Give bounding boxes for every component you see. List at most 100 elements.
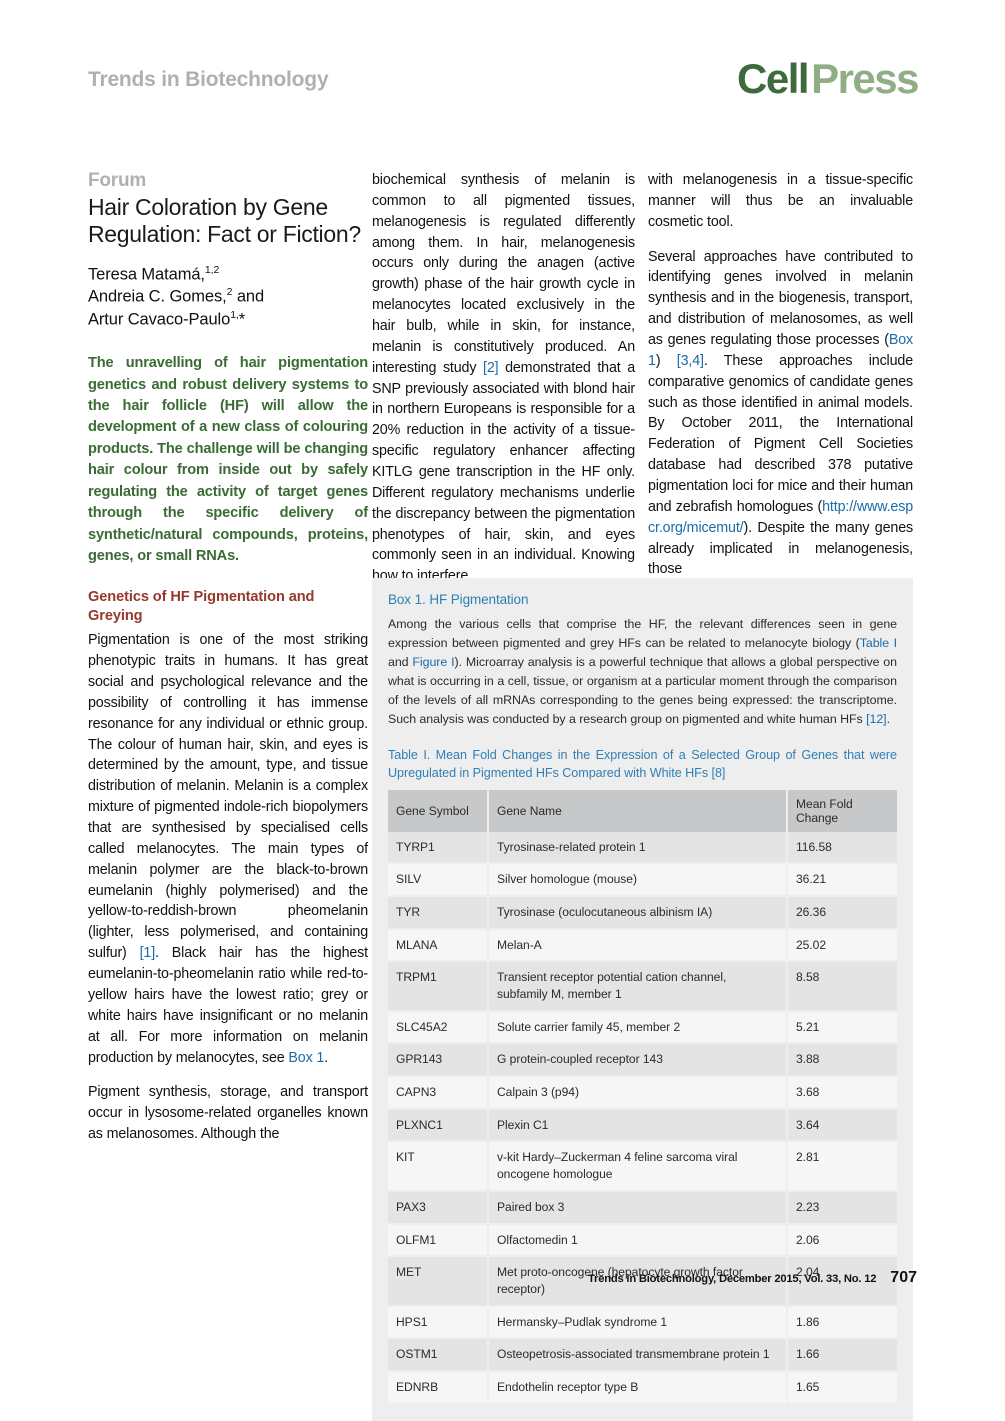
table-cell-value: 26.36 [787,895,897,930]
column-three: with melanogenesis in a tissue-specific … [648,170,913,580]
table-cell-symbol: MET [388,1256,489,1307]
table-cell-symbol: EDNRB [388,1370,489,1405]
table-cell-name: Melan-A [488,928,788,963]
figure-i-link[interactable]: Figure I [412,655,454,669]
table-cell-symbol: PLXNC1 [388,1108,489,1143]
table-row: TYR Tyrosinase (oculocutaneous albinism I… [388,895,897,930]
table-row: PAX3 Paired box 3 2.23 [388,1190,897,1225]
table-cell-name: Olfactomedin 1 [488,1223,788,1258]
column-header-gene-name: Gene Name [488,789,788,832]
table-cell-symbol: PAX3 [388,1190,489,1225]
table-cell-symbol: MLANA [388,928,489,963]
table-cell-symbol: OSTM1 [388,1338,489,1372]
body-text: demonstrated that a SNP previously assoc… [372,359,635,585]
body-paragraph: biochemical synthesis of melanin is comm… [372,170,635,587]
box-1-text: Among the various cells that comprise th… [388,615,897,729]
table-cell-symbol: HPS1 [388,1305,489,1340]
body-paragraph: Several approaches have contributed to i… [648,247,913,581]
table-cell-value: 2.06 [787,1223,897,1258]
table-header-row: Gene Symbol Gene Name Mean Fold Change [388,789,897,832]
table-body: TYRP1 Tyrosinase-related protein 1 116.58 S… [388,831,897,1405]
body-paragraph: Pigment synthesis, storage, and transpor… [88,1084,368,1143]
table-row: GPR143 G protein-coupled receptor 143 3.88 [388,1043,897,1078]
body-text: . Black hair has the highest eumelanin-t… [88,945,368,1066]
table-row: MLANA Melan-A 25.02 [388,928,897,963]
page-title: Hair Coloration by Gene Regulation: Fact… [88,194,361,247]
reference-link-2[interactable]: [2] [483,360,499,376]
table-cell-name: Calpain 3 (p94) [488,1076,788,1110]
table-cell-symbol: TYRP1 [388,831,489,865]
body-text: Several approaches have contributed to i… [648,248,913,349]
box-text-run: and [388,654,413,669]
table-cell-value: 3.68 [787,1076,897,1110]
box-text-run: Among the various cells that comprise th… [388,617,897,650]
article-abstract: The unravelling of hair pigmentation gen… [88,355,368,565]
body-paragraph: Pigmentation is one of the most striking… [88,630,368,1068]
table-cell-value: 116.58 [787,831,897,865]
table-caption: Table I. Mean Fold Changes in the Expres… [388,747,897,780]
table-row: TYRP1 Tyrosinase-related protein 1 116.58 [388,831,897,865]
cellpress-logo: CellPress [737,55,919,102]
box-1-title: Box 1. HF Pigmentation [388,592,529,607]
table-cell-name: Silver homologue (mouse) [488,863,788,897]
section-heading-genetics: Genetics of HF Pigmentation and Greying [88,588,315,624]
body-text: Pigmentation is one of the most striking… [88,632,368,962]
table-cell-name: Transient receptor potential cation chan… [488,961,788,1012]
table-cell-value: 1.66 [787,1338,897,1372]
table-row: OSTM1 Osteopetrosis-associated transmembr… [388,1338,897,1372]
footer-citation: Trends in Biotechnology, December 2015, … [588,1273,877,1285]
author-list: Teresa Matamá,1,2 Andreia C. Gomes,2 and A… [88,263,265,329]
body-text: . [324,1049,329,1066]
column-header-mean-fold-change: Mean Fold Change [787,789,897,832]
table-row: CAPN3 Calpain 3 (p94) 3.68 [388,1076,897,1110]
table-cell-name: Tyrosinase-related protein 1 [488,831,788,865]
table-cell-name: Solute carrier family 45, member 2 [488,1010,788,1045]
journal-page: Trends in Biotechnology CellPress Forum … [0,0,1005,1421]
table-cell-symbol: TRPM1 [388,961,489,1012]
table-cell-name: v-kit Hardy–Zuckerman 4 feline sarcoma v… [488,1141,788,1192]
table-cell-value: 3.64 [787,1108,897,1143]
table-cell-value: 36.21 [787,863,897,897]
table-cell-value: 1.65 [787,1370,897,1405]
table-cell-symbol: TYR [388,895,489,930]
box-text-run: ). Microarray analysis is a powerful tec… [388,654,897,726]
table-row: PLXNC1 Plexin C1 3.64 [388,1108,897,1143]
table-cell-symbol: OLFM1 [388,1223,489,1258]
column-header-gene-symbol: Gene Symbol [388,789,489,832]
table-cell-name: Osteopetrosis-associated transmembrane p… [488,1338,788,1372]
logo-press-text: Press [811,55,919,102]
body-text: biochemical synthesis of melanin is comm… [372,172,635,376]
box-text-run: . [886,711,890,726]
table-cell-symbol: CAPN3 [388,1076,489,1110]
reference-link-1[interactable]: [1] [140,945,156,961]
table-cell-name: Hermansky–Pudlak syndrome 1 [488,1305,788,1340]
body-text: . These approaches include comparative g… [648,352,913,515]
table-header: Gene Symbol Gene Name Mean Fold Change [388,789,897,832]
table-row: OLFM1 Olfactomedin 1 2.06 [388,1223,897,1258]
reference-link-3-4[interactable]: [3,4] [677,353,704,369]
table-cell-value: 2.81 [787,1141,897,1192]
column-one: Forum Hair Coloration by Gene Regulation… [88,170,368,1145]
table-cell-value: 5.21 [787,1010,897,1045]
table-row: SLC45A2 Solute carrier family 45, member … [388,1010,897,1045]
table-cell-name: Endothelin receptor type B [488,1370,788,1405]
table-cell-value: 3.88 [787,1043,897,1078]
masthead: Trends in Biotechnology CellPress [88,58,919,114]
article-kicker: Forum [88,170,147,191]
box1-link[interactable]: Box 1 [288,1050,324,1066]
table-cell-name: Paired box 3 [488,1190,788,1225]
logo-cell-text: Cell [737,55,810,102]
table-row: EDNRB Endothelin receptor type B 1.65 [388,1370,897,1405]
table-cell-value: 25.02 [787,928,897,963]
table-cell-symbol: SLC45A2 [388,1010,489,1045]
table-cell-name: Plexin C1 [488,1108,788,1143]
reference-link-12[interactable]: [12] [866,712,887,726]
table-cell-symbol: GPR143 [388,1043,489,1078]
table-cell-symbol: SILV [388,863,489,897]
table-row: TRPM1 Transient receptor potential cation… [388,961,897,1012]
table-cell-symbol: KIT [388,1141,489,1192]
journal-name: Trends in Biotechnology [88,68,329,91]
page-footer: Trends in Biotechnology, December 2015, … [588,1269,917,1287]
table-row: SILV Silver homologue (mouse) 36.21 [388,863,897,897]
table-i-link[interactable]: Table I [860,636,897,650]
